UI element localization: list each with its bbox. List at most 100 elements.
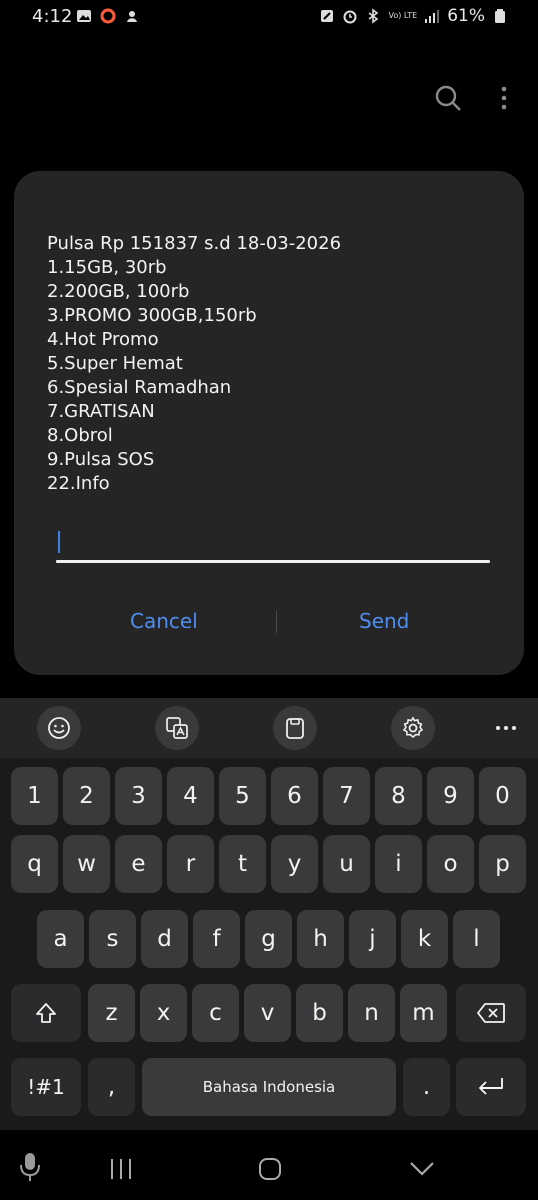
key-4[interactable]: 4 xyxy=(167,767,214,825)
cancel-button[interactable]: Cancel xyxy=(130,609,198,633)
key-s[interactable]: s xyxy=(89,910,136,968)
toolbar-more-button[interactable] xyxy=(484,706,528,750)
key-2[interactable]: 2 xyxy=(63,767,110,825)
message-line: 8.Obrol xyxy=(47,425,113,446)
comma-key[interactable]: , xyxy=(88,1058,135,1116)
gallery-icon xyxy=(77,10,91,22)
signal-icon xyxy=(425,10,440,23)
message-line: Pulsa Rp 151837 s.d 18-03-2026 xyxy=(47,233,342,254)
key-z[interactable]: z xyxy=(88,984,135,1042)
ussd-dialog: Pulsa Rp 151837 s.d 18-03-2026 1.15GB, 3… xyxy=(14,171,524,675)
key-h[interactable]: h xyxy=(297,910,344,968)
key-a[interactable]: a xyxy=(37,910,84,968)
key-5[interactable]: 5 xyxy=(219,767,266,825)
recents-icon[interactable] xyxy=(109,1158,133,1180)
symbols-key[interactable]: !#1 xyxy=(11,1058,81,1116)
app-top-actions xyxy=(434,84,508,112)
key-8[interactable]: 8 xyxy=(375,767,422,825)
keyboard: 1 2 3 4 5 6 7 8 9 0 q w e r t y u i o p … xyxy=(0,698,538,1130)
key-3[interactable]: 3 xyxy=(115,767,162,825)
ussd-message: Pulsa Rp 151837 s.d 18-03-2026 1.15GB, 3… xyxy=(47,232,341,496)
enter-icon xyxy=(479,1078,503,1095)
key-9[interactable]: 9 xyxy=(427,767,474,825)
key-7[interactable]: 7 xyxy=(323,767,370,825)
message-line: 1.15GB, 30rb xyxy=(47,257,167,278)
shift-icon xyxy=(36,1003,56,1023)
key-r[interactable]: r xyxy=(167,835,214,893)
key-j[interactable]: j xyxy=(349,910,396,968)
reply-input[interactable] xyxy=(56,523,490,563)
text-cursor xyxy=(58,531,60,553)
period-key[interactable]: . xyxy=(403,1058,450,1116)
network-type: Vo) LTE xyxy=(388,11,418,20)
key-m[interactable]: m xyxy=(400,984,447,1042)
clipboard-button[interactable] xyxy=(273,706,317,750)
key-b[interactable]: b xyxy=(296,984,343,1042)
space-key[interactable]: Bahasa Indonesia xyxy=(142,1058,396,1116)
battery-icon xyxy=(495,9,505,23)
translate-button[interactable] xyxy=(155,706,199,750)
more-horiz-icon xyxy=(496,726,516,730)
message-line: 5.Super Hemat xyxy=(47,353,183,374)
key-c[interactable]: c xyxy=(192,984,239,1042)
message-line: 2.200GB, 100rb xyxy=(47,281,190,302)
settings-button[interactable] xyxy=(391,706,435,750)
translate-icon xyxy=(166,717,188,739)
home-icon[interactable] xyxy=(258,1158,282,1180)
emoji-icon xyxy=(48,717,70,739)
key-t[interactable]: t xyxy=(219,835,266,893)
keyboard-toolbar xyxy=(0,698,538,758)
key-n[interactable]: n xyxy=(348,984,395,1042)
key-p[interactable]: p xyxy=(479,835,526,893)
nfc-icon xyxy=(321,10,334,22)
backspace-key[interactable] xyxy=(456,984,526,1042)
key-6[interactable]: 6 xyxy=(271,767,318,825)
navigation-bar xyxy=(0,1130,538,1200)
button-divider xyxy=(276,611,277,633)
clipboard-icon xyxy=(286,718,304,739)
message-line: 9.Pulsa SOS xyxy=(47,449,155,470)
shift-key[interactable] xyxy=(11,984,81,1042)
key-d[interactable]: d xyxy=(141,910,188,968)
battery-percent: 61% xyxy=(447,6,485,26)
record-icon xyxy=(100,8,116,24)
message-line: 22.Info xyxy=(47,473,110,494)
notification-icons xyxy=(76,8,140,24)
mic-icon[interactable] xyxy=(19,1152,41,1182)
key-i[interactable]: i xyxy=(375,835,422,893)
key-o[interactable]: o xyxy=(427,835,474,893)
app-notification-icon xyxy=(127,11,137,22)
alarm-icon xyxy=(343,10,357,24)
key-w[interactable]: w xyxy=(63,835,110,893)
status-time: 4:12 xyxy=(32,6,73,27)
message-line: 6.Spesial Ramadhan xyxy=(47,377,232,398)
settings-icon xyxy=(402,716,424,739)
key-v[interactable]: v xyxy=(244,984,291,1042)
enter-key[interactable] xyxy=(456,1058,526,1116)
system-icons: Vo) LTE 61% xyxy=(319,6,508,26)
key-1[interactable]: 1 xyxy=(11,767,58,825)
key-g[interactable]: g xyxy=(245,910,292,968)
emoji-button[interactable] xyxy=(37,706,81,750)
send-button[interactable]: Send xyxy=(359,609,409,633)
bluetooth-icon xyxy=(369,8,379,24)
key-x[interactable]: x xyxy=(140,984,187,1042)
key-u[interactable]: u xyxy=(323,835,370,893)
status-bar: 4:12 Vo) LTE 61% xyxy=(0,0,538,36)
key-0[interactable]: 0 xyxy=(479,767,526,825)
key-e[interactable]: e xyxy=(115,835,162,893)
key-k[interactable]: k xyxy=(401,910,448,968)
message-line: 3.PROMO 300GB,150rb xyxy=(47,305,257,326)
message-line: 7.GRATISAN xyxy=(47,401,155,422)
key-l[interactable]: l xyxy=(453,910,500,968)
back-icon[interactable] xyxy=(409,1161,435,1177)
search-icon[interactable] xyxy=(434,84,462,112)
message-line: 4.Hot Promo xyxy=(47,329,159,350)
more-vert-icon[interactable] xyxy=(500,84,508,112)
dialog-buttons: Cancel Send xyxy=(14,601,524,645)
key-q[interactable]: q xyxy=(11,835,58,893)
backspace-icon xyxy=(477,1003,505,1023)
key-y[interactable]: y xyxy=(271,835,318,893)
input-underline xyxy=(56,560,490,563)
key-f[interactable]: f xyxy=(193,910,240,968)
